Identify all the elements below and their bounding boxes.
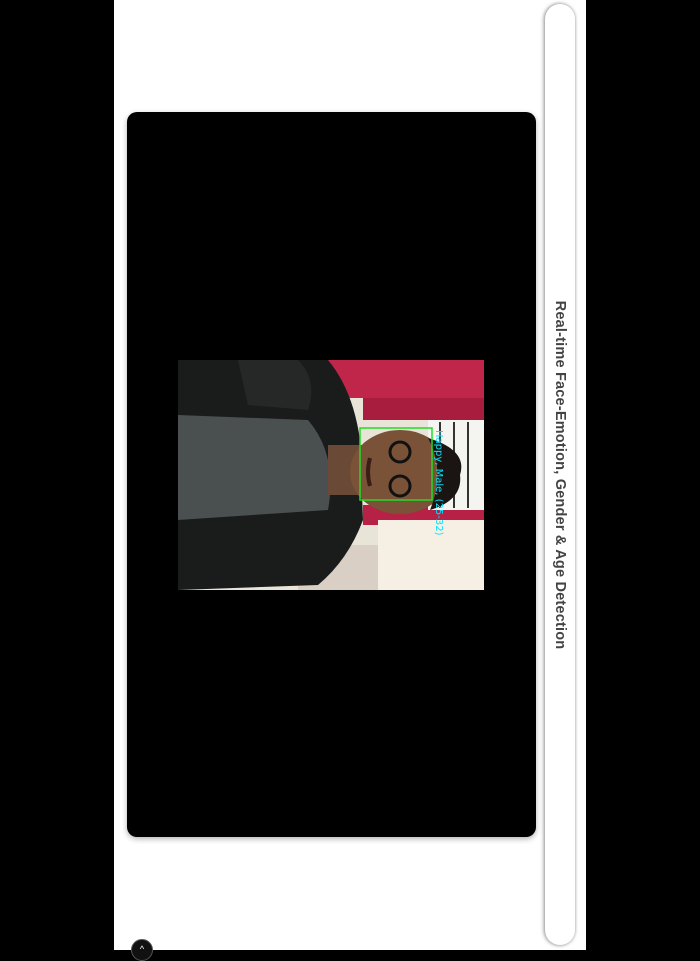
webcam-frame-image: Happy, Male, (25-32) [178,360,484,590]
webcam-feed: Happy, Male, (25-32) [178,360,484,590]
shirt [178,415,331,520]
page-title: Real-time Face-Emotion, Gender & Age Det… [552,300,568,650]
curtain-left [363,398,484,420]
bright-wall [378,520,484,590]
chevron-up-icon: ^ [139,944,145,954]
jacket-shoulder [238,360,312,410]
scroll-top-button[interactable]: ^ [131,939,153,961]
detection-label: Happy, Male, (25-32) [433,430,444,536]
